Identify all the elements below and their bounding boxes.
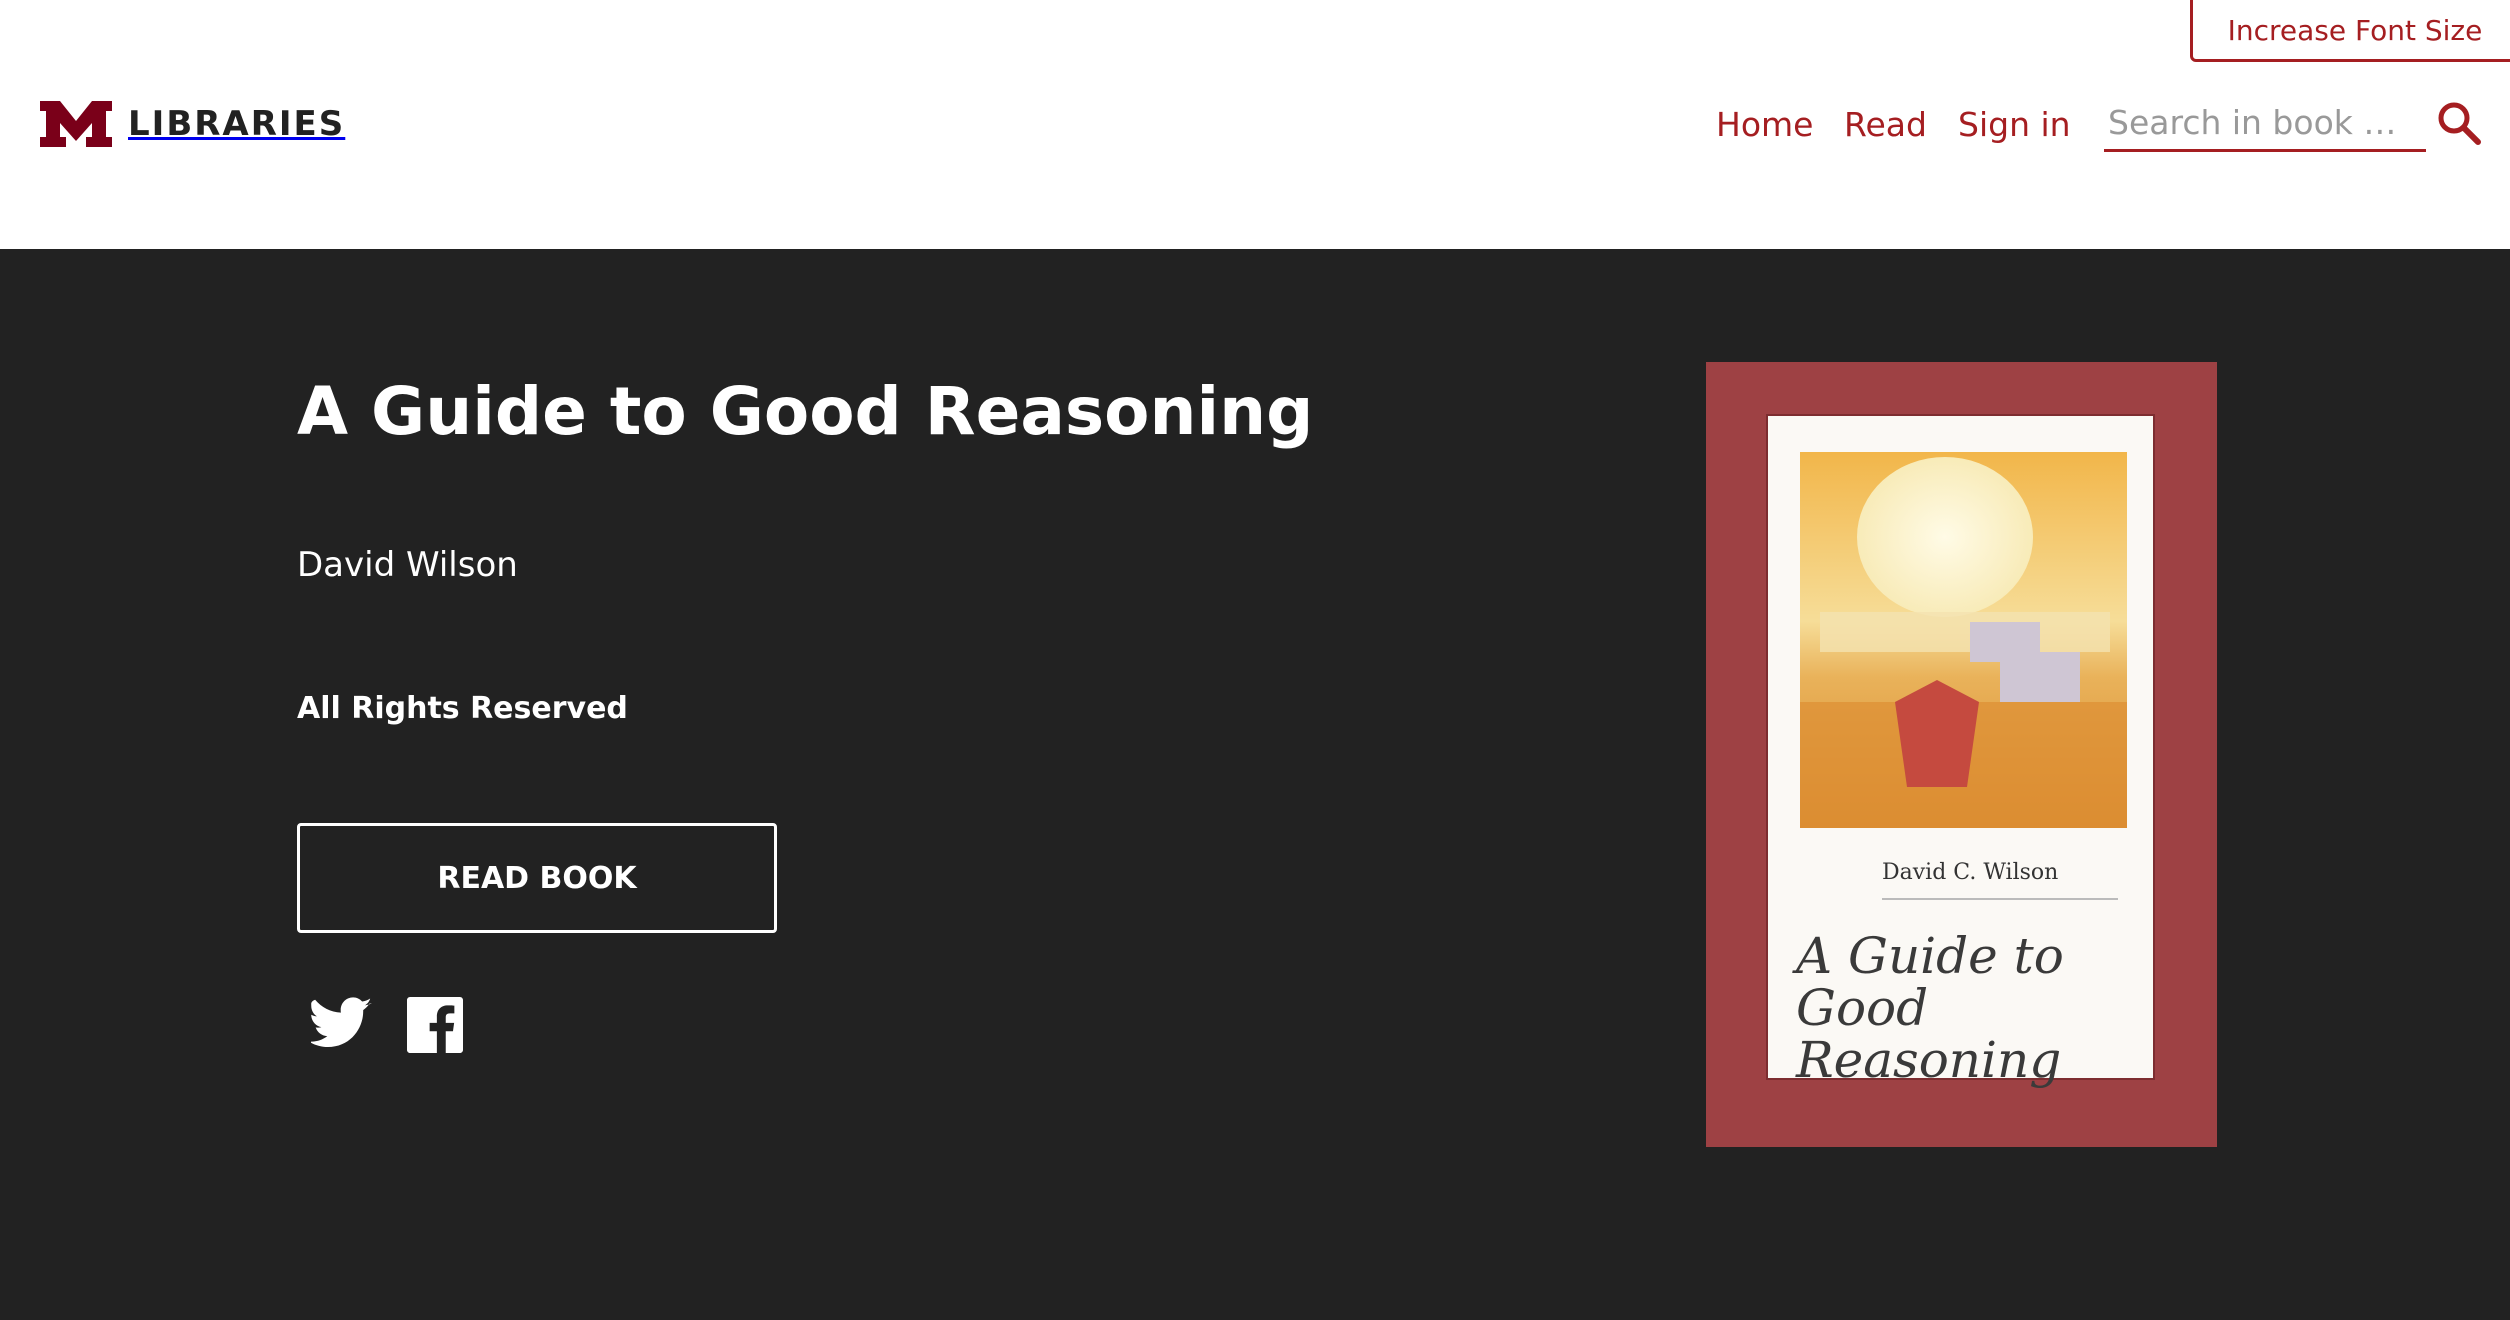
cover-title-line-1: A Guide to xyxy=(1796,927,2064,985)
cover-title-line-2: Good Reasoning xyxy=(1796,979,2062,1089)
book-title: A Guide to Good Reasoning xyxy=(297,373,1314,450)
cover-painting xyxy=(1800,452,2127,828)
facebook-icon[interactable] xyxy=(407,997,463,1053)
nav-home-link[interactable]: Home xyxy=(1716,105,1813,144)
search-input[interactable] xyxy=(2104,96,2426,152)
site-header: Increase Font Size LIBRARIES Home Read S… xyxy=(0,0,2510,249)
twitter-icon[interactable] xyxy=(311,995,373,1051)
book-author: David Wilson xyxy=(297,545,518,585)
search-icon[interactable] xyxy=(2436,100,2482,146)
book-hero: A Guide to Good Reasoning David Wilson A… xyxy=(0,249,2510,1320)
cover-author: David C. Wilson xyxy=(1882,860,2059,885)
cover-title: A Guide to Good Reasoning xyxy=(1796,930,2136,1086)
license-label: All Rights Reserved xyxy=(297,691,628,726)
nav-sign-in-link[interactable]: Sign in xyxy=(1958,105,2071,144)
nav-read-link[interactable]: Read xyxy=(1844,105,1927,144)
book-cover: David C. Wilson A Guide to Good Reasonin… xyxy=(1706,362,2217,1147)
cover-divider xyxy=(1882,898,2118,900)
read-book-button[interactable]: READ BOOK xyxy=(297,823,777,933)
cover-panel: David C. Wilson A Guide to Good Reasonin… xyxy=(1768,416,2153,1086)
increase-font-size-button[interactable]: Increase Font Size xyxy=(2190,0,2510,62)
